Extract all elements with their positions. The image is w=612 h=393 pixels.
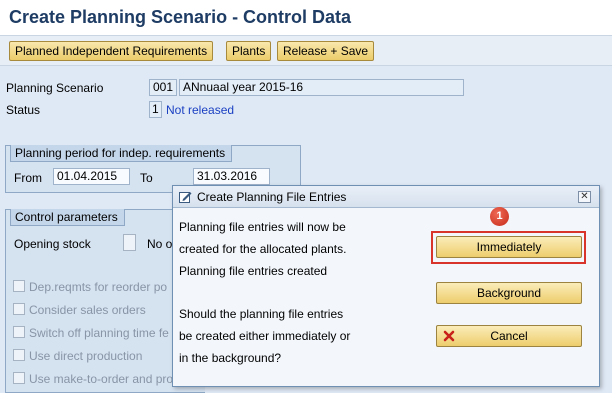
planning-scenario-code-field[interactable]: 001 bbox=[149, 79, 177, 96]
immediately-button[interactable]: Immediately bbox=[436, 236, 582, 258]
create-planning-file-entries-dialog: Create Planning File Entries ✕ Planning … bbox=[172, 185, 600, 387]
red-x-icon bbox=[443, 330, 455, 342]
opening-stock-option-text: No o bbox=[147, 237, 173, 251]
title-bar: Create Planning Scenario - Control Data bbox=[0, 0, 612, 36]
dialog-title: Create Planning File Entries bbox=[197, 190, 347, 204]
consider-sales-orders-checkbox[interactable] bbox=[13, 303, 25, 315]
from-label: From bbox=[14, 171, 42, 185]
make-to-order-checkbox[interactable] bbox=[13, 372, 25, 384]
use-direct-production-checkbox[interactable] bbox=[13, 349, 25, 361]
dep-reqmts-checkbox[interactable] bbox=[13, 280, 25, 292]
cancel-button-label: Cancel bbox=[490, 329, 528, 343]
status-code-field: 1 bbox=[149, 101, 162, 118]
to-date-field[interactable]: 31.03.2016 bbox=[193, 168, 270, 185]
opening-stock-label: Opening stock bbox=[14, 237, 91, 251]
status-text: Not released bbox=[166, 103, 235, 117]
plants-button[interactable]: Plants bbox=[226, 41, 272, 61]
page-title: Create Planning Scenario - Control Data bbox=[9, 7, 352, 27]
from-date-field[interactable]: 01.04.2015 bbox=[53, 168, 130, 185]
status-label: Status bbox=[6, 103, 41, 117]
background-button[interactable]: Background bbox=[436, 282, 582, 304]
planning-period-title: Planning period for indep. requirements bbox=[10, 145, 233, 162]
dialog-text-line-3: Planning file entries created bbox=[179, 264, 328, 278]
use-direct-production-label: Use direct production bbox=[29, 349, 143, 363]
to-label: To bbox=[140, 171, 153, 185]
edit-window-icon bbox=[179, 192, 192, 203]
step-badge: 1 bbox=[490, 207, 509, 226]
dialog-text-line-1: Planning file entries will now be bbox=[179, 220, 346, 234]
application-toolbar: Planned Independent Requirements Plants … bbox=[0, 36, 612, 66]
planning-scenario-description-field[interactable]: ANnuaal year 2015-16 bbox=[179, 79, 464, 96]
close-icon[interactable]: ✕ bbox=[578, 191, 591, 203]
dep-reqmts-label: Dep.reqmts for reorder po bbox=[29, 280, 168, 294]
switch-off-planning-label: Switch off planning time fe bbox=[29, 326, 169, 340]
dialog-question-line-1: Should the planning file entries bbox=[179, 307, 344, 321]
planned-independent-requirements-button[interactable]: Planned Independent Requirements bbox=[9, 41, 214, 61]
planning-scenario-label: Planning Scenario bbox=[6, 81, 104, 95]
release-save-button[interactable]: Release + Save bbox=[277, 41, 375, 61]
dialog-title-bar: Create Planning File Entries ✕ bbox=[173, 186, 599, 208]
opening-stock-selector[interactable] bbox=[123, 234, 136, 251]
switch-off-planning-checkbox[interactable] bbox=[13, 326, 25, 338]
dialog-question-line-3: in the background? bbox=[179, 351, 282, 365]
dialog-question-line-2: be created either immediately or bbox=[179, 329, 351, 343]
cancel-button[interactable]: Cancel bbox=[436, 325, 582, 347]
consider-sales-orders-label: Consider sales orders bbox=[29, 303, 146, 317]
control-parameters-title: Control parameters bbox=[10, 209, 125, 226]
dialog-text-line-2: created for the allocated plants. bbox=[179, 242, 347, 256]
